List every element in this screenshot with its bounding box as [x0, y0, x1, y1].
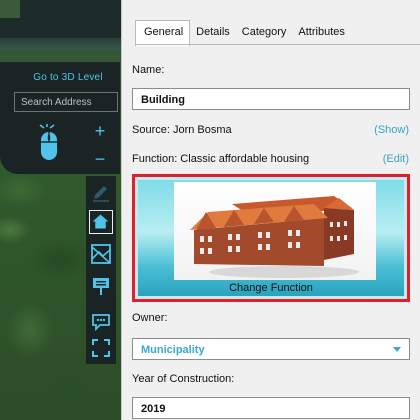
tab-details[interactable]: Details	[190, 21, 236, 45]
name-label: Name:	[132, 64, 165, 76]
change-function-label: Change Function	[229, 282, 313, 294]
owner-label: Owner:	[132, 312, 168, 324]
sign-icon[interactable]	[89, 274, 113, 298]
source-show-link[interactable]: (Show)	[374, 124, 409, 136]
year-label: Year of Construction:	[132, 373, 235, 385]
vertical-toolbar	[86, 176, 116, 364]
top-bar	[0, 0, 125, 50]
housing-building-illustration	[174, 182, 376, 280]
tab-category[interactable]: Category	[236, 21, 293, 45]
terrain-icon[interactable]	[89, 242, 113, 266]
building-preview-image	[174, 182, 376, 280]
function-text: Function: Classic affordable housing	[132, 153, 310, 165]
name-field[interactable]: Building	[132, 88, 410, 110]
tab-attributes[interactable]: Attributes	[292, 21, 350, 45]
zoom-in-button[interactable]: +	[92, 122, 108, 140]
tab-divider	[135, 44, 420, 45]
chat-icon[interactable]	[89, 310, 113, 334]
tab-bar: General Details Category Attributes	[135, 20, 351, 46]
house-icon[interactable]	[89, 210, 113, 234]
chevron-down-icon	[393, 347, 401, 352]
pencil-icon[interactable]	[89, 180, 113, 204]
zoom-out-button[interactable]: −	[92, 150, 108, 168]
function-preview-background: Change Function	[138, 180, 404, 296]
search-address-input[interactable]	[14, 92, 118, 112]
change-function-button[interactable]: Change Function	[132, 174, 410, 302]
mouse-icon	[39, 124, 57, 160]
top-bar-notch	[0, 0, 20, 18]
function-edit-link[interactable]: (Edit)	[383, 153, 409, 165]
goto-3d-level-link[interactable]: Go to 3D Level	[18, 72, 118, 83]
year-of-construction-field[interactable]: 2019	[132, 397, 410, 419]
properties-panel: General Details Category Attributes Name…	[121, 0, 420, 420]
owner-dropdown[interactable]: Municipality	[132, 338, 410, 360]
fullscreen-icon[interactable]	[89, 336, 113, 360]
source-text: Source: Jorn Bosma	[132, 124, 232, 136]
tab-general[interactable]: General	[135, 20, 191, 46]
owner-value: Municipality	[141, 344, 205, 356]
